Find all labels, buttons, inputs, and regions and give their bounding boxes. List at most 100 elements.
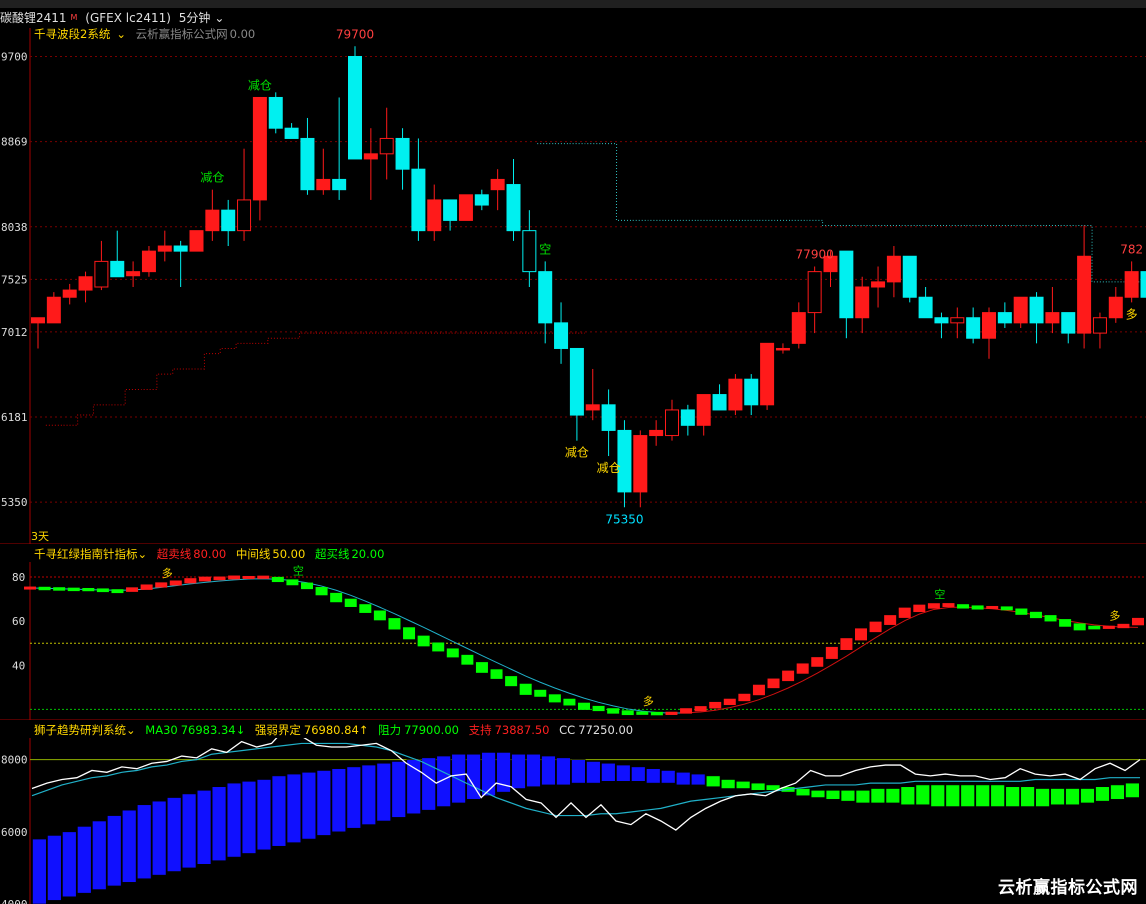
symbol-name[interactable]: 碳酸锂2411 <box>0 11 67 25</box>
compass-bar <box>388 618 401 630</box>
oversold-label: 超买线 <box>314 547 350 561</box>
trend-band-bar <box>376 762 391 822</box>
compass-bar <box>665 711 678 715</box>
ma30-arrow: ↓ <box>235 723 246 737</box>
candle-body <box>78 276 93 291</box>
trend-band-bar <box>316 770 332 836</box>
trend-band-bar <box>271 775 287 847</box>
candle-body <box>141 250 156 273</box>
compass-bar <box>709 701 722 709</box>
compass-bar <box>694 706 707 712</box>
trend-band-bar <box>870 788 886 804</box>
trend-band-bar <box>990 784 1005 807</box>
candle-annotation: 减仓 <box>200 171 224 185</box>
overbought-value: 80.00 <box>193 547 227 561</box>
trend-band-bar <box>107 815 122 887</box>
candle-body <box>554 322 569 349</box>
trend-band-bar <box>137 804 152 880</box>
candle-body <box>363 153 378 160</box>
candle-body <box>46 296 61 324</box>
trend-band-bar <box>975 784 990 807</box>
trend-band-bar <box>735 781 751 789</box>
watermark-text: 云析赢指标公式网 <box>998 878 1138 898</box>
compass-indicator-panel[interactable]: 806040多 空多空多 <box>0 562 1146 720</box>
trend-band-bar <box>92 820 107 890</box>
candle-body <box>268 96 283 129</box>
signal-marker: 空 <box>293 563 304 577</box>
y-tick-label: 7525 <box>1 273 28 286</box>
trend-band-bar <box>241 781 257 854</box>
y-tick-label: 40 <box>12 659 25 672</box>
y-tick-label: 5350 <box>1 496 28 509</box>
compass-bar <box>490 669 503 679</box>
candle-body <box>1045 312 1060 324</box>
compass-bar <box>1102 625 1115 629</box>
compass-bar <box>461 654 474 665</box>
compass-bar <box>111 589 124 594</box>
period-label: 5分钟 <box>178 11 211 25</box>
trend-band-bar <box>62 831 77 898</box>
candle-body <box>601 404 616 431</box>
chevron-down-icon[interactable]: ⌄ <box>138 547 148 561</box>
trend-band-bar <box>855 790 871 804</box>
candle-body <box>348 55 362 160</box>
compass-bar <box>534 689 547 697</box>
candle-body <box>332 178 347 191</box>
ma30-label: MA30 <box>145 723 178 737</box>
candlestick-panel[interactable]: 97008869803875257012618153503天减仓减仓79700空… <box>0 28 1146 544</box>
candle-body <box>696 394 711 426</box>
support-value: 73887.50 <box>494 723 550 737</box>
compass-bar <box>257 575 270 579</box>
candle-body <box>316 178 331 191</box>
signal-marker: 多 <box>1109 608 1120 622</box>
trend-band-bar <box>1125 782 1140 798</box>
trend-band-bar <box>930 784 945 807</box>
y-tick-label: 7012 <box>1 326 28 339</box>
candle-annotation: 减仓 <box>565 446 589 460</box>
compass-bar <box>898 607 911 618</box>
candle-body <box>665 409 679 437</box>
candle-body <box>62 289 77 298</box>
chevron-down-icon[interactable]: ⌄ <box>126 723 136 737</box>
compass-bar <box>315 587 328 596</box>
midline-value: 50.00 <box>272 547 306 561</box>
candle-body <box>522 230 537 273</box>
chevron-down-icon[interactable]: ⌄ <box>214 11 224 25</box>
trend-system-panel[interactable]: 8000 6000 4000 <box>0 738 1146 904</box>
compass-bar <box>621 710 634 716</box>
candle-body <box>744 378 759 406</box>
compass-bar <box>1000 606 1013 611</box>
trend-band-bar <box>166 797 182 872</box>
candle-body <box>633 435 648 493</box>
trend-band-bar <box>556 757 571 786</box>
trend-band-bar <box>526 753 541 788</box>
candle-annotation: 空 <box>539 242 551 256</box>
compass-bar <box>344 598 357 607</box>
compass-bar <box>359 604 372 613</box>
candle-body <box>997 312 1012 324</box>
candle-body <box>1140 271 1146 298</box>
panel3-indicator-name[interactable]: 狮子趋势研判系统 <box>34 723 126 737</box>
y-tick-label: 60 <box>12 615 25 628</box>
candle-body <box>126 271 141 277</box>
trend-band-bar <box>720 779 736 789</box>
candle-body <box>775 347 790 351</box>
candle-annotation: 77900 <box>796 248 834 262</box>
compass-bar <box>155 582 168 588</box>
compass-bar <box>213 576 226 581</box>
compass-bar <box>67 587 80 592</box>
trend-band-bar <box>631 766 646 782</box>
period-selector[interactable]: 5分钟 ⌄ <box>179 11 229 25</box>
trend-band-bar <box>616 764 631 782</box>
candle-body <box>506 184 521 232</box>
panel2-indicator-name[interactable]: 千寻红绿指南针指标 <box>34 547 138 561</box>
trend-band-bar <box>196 790 212 865</box>
compass-bar <box>927 603 940 609</box>
trend-band-bar <box>571 759 586 784</box>
compass-bar <box>811 657 824 667</box>
compass-bar <box>855 628 867 641</box>
candle-body <box>252 96 267 201</box>
y-tick-label: 6181 <box>1 411 28 424</box>
candle-body <box>1124 271 1139 298</box>
compass-bar <box>373 610 386 621</box>
